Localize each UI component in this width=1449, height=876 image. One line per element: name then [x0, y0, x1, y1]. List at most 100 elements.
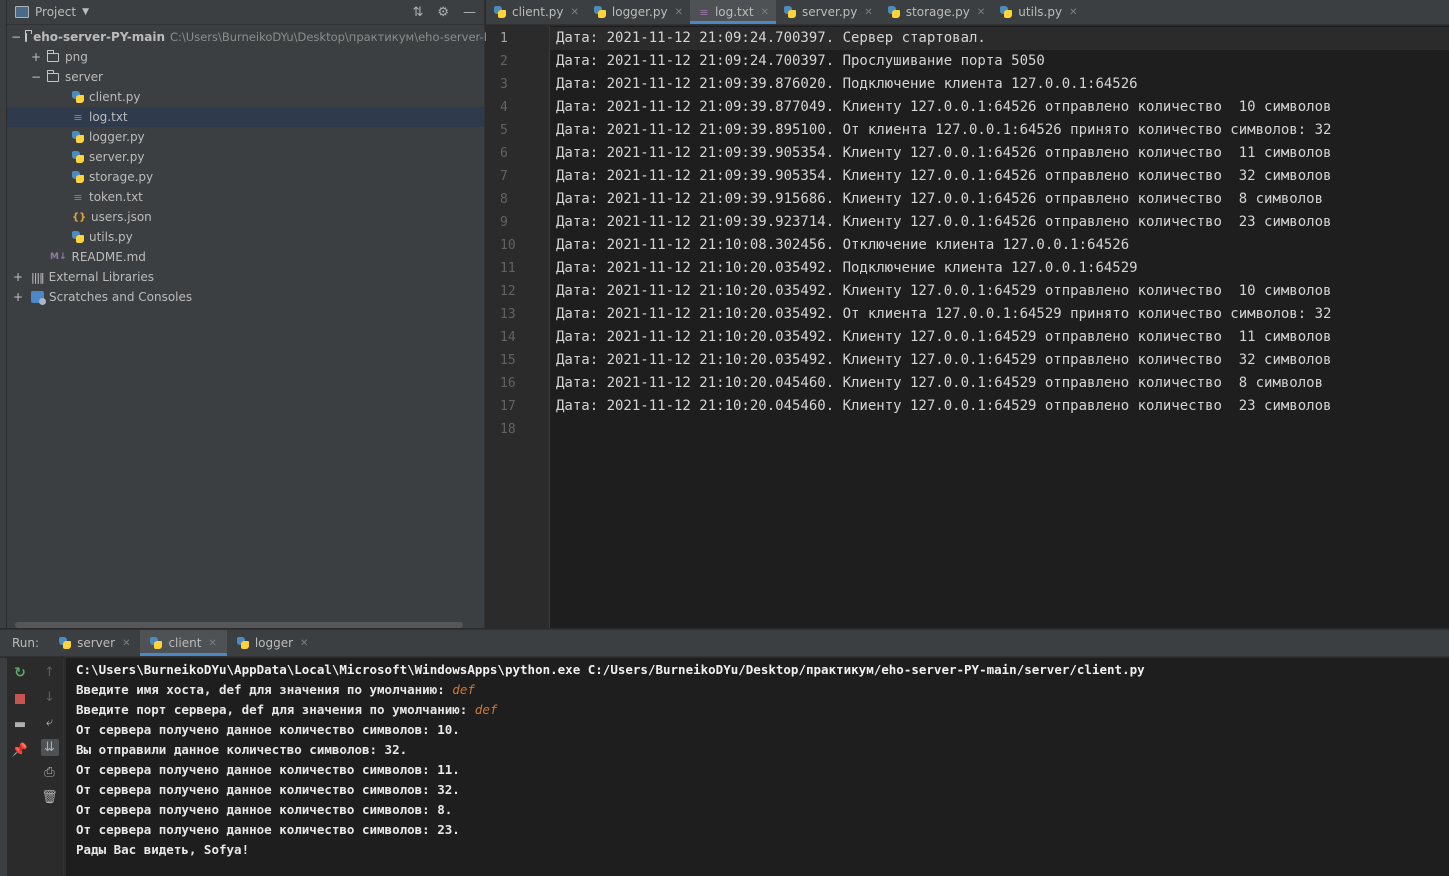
tree-item-users-json[interactable]: {} users.json	[7, 207, 484, 227]
tree-item-scratches[interactable]: + Scratches and Consoles	[7, 287, 484, 307]
close-icon[interactable]: ✕	[761, 7, 769, 18]
code-line[interactable]: Дата: 2021-11-12 21:10:20.035492. Клиент…	[556, 326, 1449, 349]
root-folder-name: eho-server-PY-main	[33, 30, 165, 44]
expand-icon[interactable]: +	[29, 50, 43, 64]
code-line[interactable]: Дата: 2021-11-12 21:09:39.895100. От кли…	[556, 119, 1449, 142]
tree-item-server[interactable]: − server	[7, 67, 484, 87]
code-line[interactable]: Дата: 2021-11-12 21:10:20.035492. Подклю…	[556, 257, 1449, 280]
code-line[interactable]: Дата: 2021-11-12 21:10:20.035492. Клиент…	[556, 280, 1449, 303]
code-line[interactable]: Дата: 2021-11-12 21:09:39.876020. Подклю…	[556, 73, 1449, 96]
code-line[interactable]: Дата: 2021-11-12 21:09:24.700397. Прослу…	[556, 50, 1449, 73]
console-line: Вы отправили данное количество символов:…	[76, 742, 408, 757]
code-line[interactable]: Дата: 2021-11-12 21:09:39.877049. Клиент…	[556, 96, 1449, 119]
tree-item-log-txt[interactable]: ≡ log.txt	[7, 107, 484, 127]
close-icon[interactable]: ✕	[864, 7, 872, 18]
run-label: Run:	[12, 636, 40, 650]
code-text-area[interactable]: Дата: 2021-11-12 21:09:24.700397. Сервер…	[550, 26, 1449, 628]
line-number-gutter: 1 2 3 4 5 6 7 8 9 10 11 12 13 14 15 16 1…	[486, 26, 550, 628]
arrow-up-icon[interactable]: ↑	[41, 664, 59, 681]
tab-log-txt[interactable]: ≡ log.txt ✕	[689, 0, 776, 24]
code-line[interactable]: Дата: 2021-11-12 21:09:39.923714. Клиент…	[556, 211, 1449, 234]
stop-icon[interactable]	[11, 690, 29, 707]
console-command-line: C:\Users\BurneikoDYu\AppData\Local\Micro…	[76, 662, 1145, 677]
close-icon[interactable]: ✕	[675, 7, 683, 18]
tab-label: client.py	[512, 5, 564, 19]
tree-item-root[interactable]: − eho-server-PY-main C:\Users\BurneikoDY…	[7, 27, 500, 47]
close-icon[interactable]: ✕	[571, 7, 579, 18]
line-number: 4	[500, 100, 508, 115]
tree-item-utils-py[interactable]: utils.py	[7, 227, 484, 247]
collapse-icon[interactable]: −	[29, 70, 43, 84]
file-name: client.py	[89, 90, 141, 104]
trash-icon[interactable]: 🗑	[41, 789, 59, 806]
run-tab-client[interactable]: client ✕	[140, 630, 227, 656]
folder-icon	[46, 49, 59, 62]
tab-utils-py[interactable]: utils.py ✕	[992, 0, 1084, 24]
code-line[interactable]: Дата: 2021-11-12 21:10:20.045460. Клиент…	[556, 372, 1449, 395]
run-tab-server[interactable]: server ✕	[49, 630, 140, 656]
collapse-all-icon[interactable]: ⇅	[412, 5, 423, 20]
close-icon[interactable]: ✕	[122, 638, 130, 649]
libraries-icon: |||‖	[31, 270, 45, 284]
layout-icon[interactable]: ▬	[11, 716, 29, 733]
project-panel-title[interactable]: Project	[35, 5, 76, 19]
close-icon[interactable]: ✕	[300, 638, 308, 649]
gear-icon[interactable]: ⚙	[437, 5, 449, 20]
python-run-icon	[150, 637, 163, 649]
left-tool-stripe	[0, 0, 7, 628]
code-line[interactable]: Дата: 2021-11-12 21:09:39.905354. Клиент…	[556, 142, 1449, 165]
rerun-icon[interactable]: ↻	[11, 664, 29, 681]
arrow-down-icon[interactable]: ↓	[41, 689, 59, 706]
minimize-icon[interactable]: —	[463, 5, 476, 20]
tab-client-py[interactable]: client.py ✕	[486, 0, 586, 24]
expand-icon[interactable]: +	[11, 290, 25, 304]
expand-icon[interactable]: +	[11, 270, 25, 284]
file-name: log.txt	[89, 110, 128, 124]
python-file-icon	[887, 6, 900, 18]
scratches-icon	[31, 291, 46, 305]
code-line[interactable]: Дата: 2021-11-12 21:10:20.035492. От кли…	[556, 303, 1449, 326]
horizontal-scrollbar[interactable]	[15, 622, 463, 628]
tab-logger-py[interactable]: logger.py ✕	[586, 0, 690, 24]
folder-icon	[46, 69, 59, 82]
tab-label: utils.py	[1018, 5, 1063, 19]
console-output[interactable]: C:\Users\BurneikoDYu\AppData\Local\Micro…	[66, 658, 1449, 876]
console-line: Рады Вас видеть, Sofya!	[76, 842, 250, 857]
scroll-to-end-icon[interactable]: ⇊	[40, 739, 59, 756]
chevron-down-icon[interactable]: ▼	[82, 7, 89, 17]
soft-wrap-icon[interactable]: ⤶	[41, 714, 59, 731]
run-tab-logger[interactable]: logger ✕	[227, 630, 319, 656]
json-file-icon: {}	[72, 211, 87, 223]
code-line[interactable]: Дата: 2021-11-12 21:10:20.035492. Клиент…	[556, 349, 1449, 372]
project-tree: − eho-server-PY-main C:\Users\BurneikoDY…	[7, 25, 500, 307]
code-line[interactable]: Дата: 2021-11-12 21:10:20.045460. Клиент…	[556, 395, 1449, 418]
code-line[interactable]: Дата: 2021-11-12 21:09:39.905354. Клиент…	[556, 165, 1449, 188]
python-file-icon	[783, 6, 796, 18]
project-panel-header: Project ▼ ⇅ ⚙ —	[7, 0, 484, 25]
tree-item-readme[interactable]: M↓ README.md	[7, 247, 484, 267]
code-line[interactable]: Дата: 2021-11-12 21:09:24.700397. Сервер…	[550, 27, 1449, 50]
close-icon[interactable]: ✕	[1069, 7, 1077, 18]
code-line[interactable]: Дата: 2021-11-12 21:09:39.915686. Клиент…	[556, 188, 1449, 211]
collapse-icon[interactable]: −	[11, 30, 21, 44]
console-line: От сервера получено данное количество си…	[76, 722, 460, 737]
tree-item-png[interactable]: + png	[7, 47, 484, 67]
code-line[interactable]: Дата: 2021-11-12 21:10:08.302456. Отключ…	[556, 234, 1449, 257]
tree-item-storage-py[interactable]: storage.py	[7, 167, 484, 187]
tree-item-logger-py[interactable]: logger.py	[7, 127, 484, 147]
folder-icon	[24, 29, 32, 42]
line-number: 6	[500, 146, 508, 161]
close-icon[interactable]: ✕	[208, 638, 216, 649]
tree-item-client-py[interactable]: client.py	[7, 87, 484, 107]
markdown-file-icon: M↓	[50, 252, 67, 262]
tree-item-token-txt[interactable]: ≡ token.txt	[7, 187, 484, 207]
tree-item-external-libraries[interactable]: + |||‖ External Libraries	[7, 267, 484, 287]
close-icon[interactable]: ✕	[977, 7, 985, 18]
print-icon[interactable]: ⎙	[41, 764, 59, 781]
pin-icon[interactable]: 📌	[11, 742, 29, 759]
tab-storage-py[interactable]: storage.py ✕	[880, 0, 993, 24]
tab-server-py[interactable]: server.py ✕	[776, 0, 880, 24]
code-line[interactable]	[556, 418, 1449, 441]
line-number: 2	[500, 54, 508, 69]
tree-item-server-py[interactable]: server.py	[7, 147, 484, 167]
